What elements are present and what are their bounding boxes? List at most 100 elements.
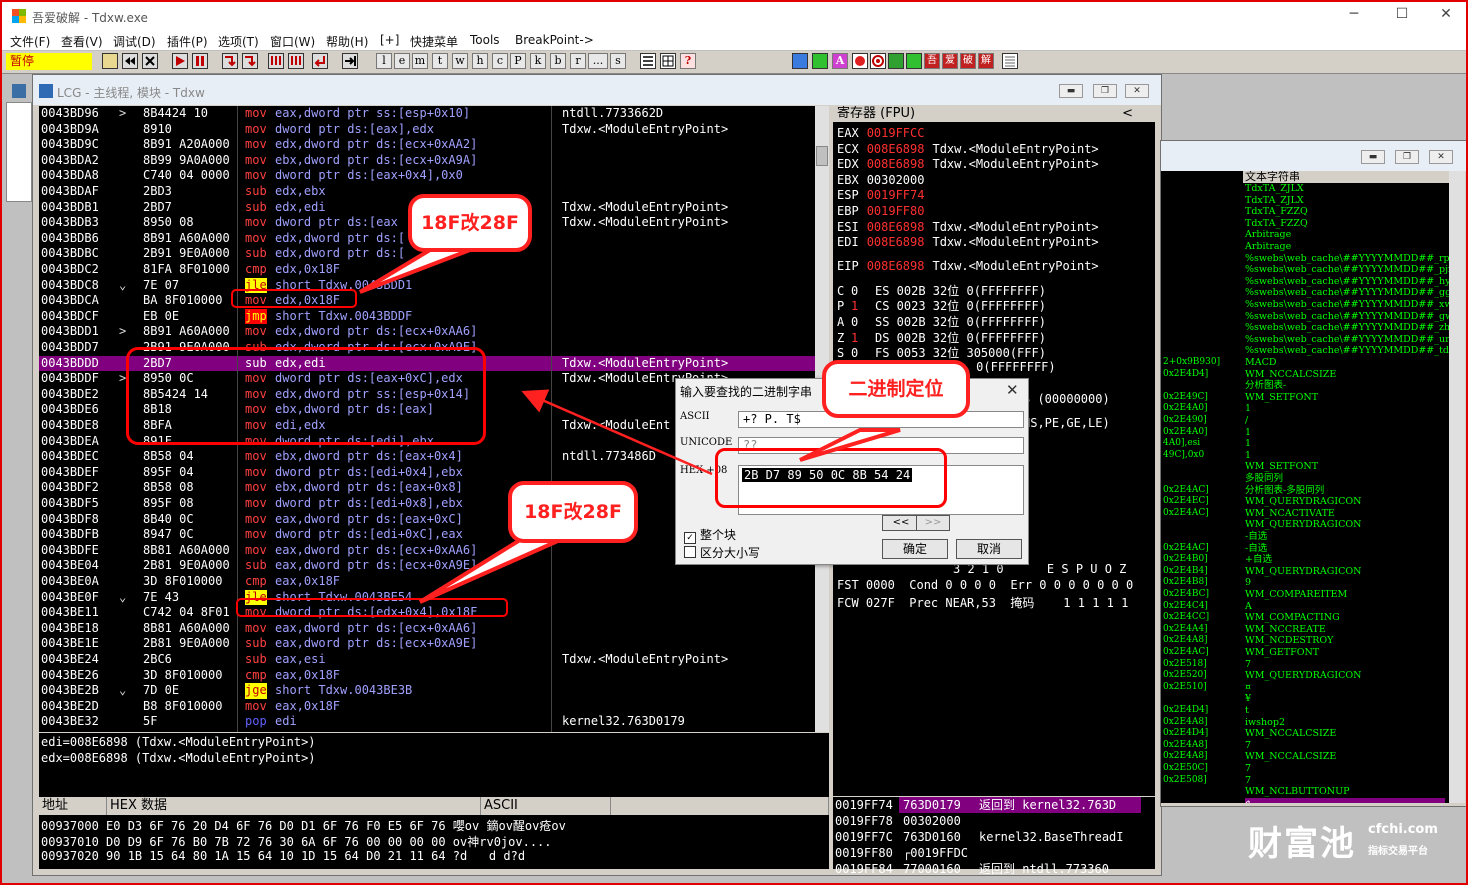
string-ref-address[interactable]: 0x2E4B4] — [1163, 566, 1208, 578]
string-item[interactable]: / — [1245, 415, 1248, 427]
string-item[interactable]: WM_COMPACTING — [1245, 612, 1340, 624]
menu-plus[interactable]: [+] — [380, 33, 399, 47]
tb-windows-button[interactable]: w — [452, 53, 468, 69]
dump-row[interactable]: 00937020 90 1B 15 64 80 1A 15 64 10 1D 1… — [41, 849, 525, 863]
tb-executables-button[interactable]: e — [394, 53, 410, 69]
menu-plugins[interactable]: 插件(P) — [167, 33, 208, 50]
register-line[interactable]: ECX 008E6898 Tdxw.<ModuleEntryPoint> — [837, 142, 1099, 156]
string-item[interactable]: TdxTA_FZZQ — [1245, 218, 1308, 230]
tb-run-trace-button[interactable]: ... — [588, 53, 608, 69]
register-line[interactable]: EAX 0019FFCC — [837, 126, 932, 140]
string-ref-address[interactable]: 0x2E50C] — [1163, 763, 1208, 775]
memory-dump-pane[interactable]: 地址 HEX 数据 ASCII 00937000 E0 D3 6F 76 20 … — [39, 797, 829, 869]
plugin-jie-button[interactable]: 解 — [978, 53, 994, 69]
string-item[interactable]: TdxTA_ZJLX — [1245, 195, 1304, 207]
string-ref-address[interactable]: 0x2E4A8] — [1163, 635, 1208, 647]
register-line[interactable]: EBP 0019FF80 — [837, 204, 932, 218]
disasm-row[interactable]: 0043BE0A 3D 8F010000 cmp eax,0x18F — [39, 574, 829, 590]
dump-row[interactable]: 00937010 D0 D9 6F 76 B0 7B 72 76 30 6A 6… — [41, 833, 552, 850]
flag-line[interactable]: A 0 SS 002B 32位 0(FFFFFFFF) — [837, 313, 1046, 330]
string-item[interactable]: 1 — [1245, 427, 1251, 439]
disasm-row[interactable]: 0043BE18 8B81 A60A000 mov eax,dword ptr ds:… — [39, 621, 829, 637]
string-ref-address[interactable]: 0x2E4AC] — [1163, 647, 1209, 659]
disasm-row[interactable]: 0043BDA8 C740 04 0000 mov dword ptr ds:[eax… — [39, 168, 829, 184]
register-line[interactable]: EBX 00302000 — [837, 173, 932, 187]
string-ref-address[interactable]: 4A0],esi — [1163, 438, 1200, 450]
disasm-row[interactable]: 0043BE2B ⌄ 7D 0E jge short Tdxw.0043BE3B — [39, 683, 829, 699]
string-item[interactable]: Arbitrage — [1245, 229, 1291, 241]
string-item[interactable]: +自选 — [1245, 554, 1272, 566]
string-item[interactable]: WM_NCDESTROY — [1245, 635, 1333, 647]
tb-callstack-button[interactable]: k — [530, 53, 546, 69]
open-icon[interactable] — [102, 53, 118, 69]
tb-threads-button[interactable]: t — [432, 53, 448, 69]
disasm-row[interactable]: 0043BDCF EB 0E jmp short Tdxw.0043BDDF — [39, 308, 829, 325]
stack-row[interactable]: 0019FF80 ┌0019FFDC — [833, 845, 1141, 861]
string-item[interactable]: WM_GETFONT — [1245, 647, 1319, 659]
string-ref-address[interactable]: 49C],0x0 — [1163, 450, 1204, 462]
string-item[interactable]: MACD — [1245, 357, 1276, 369]
string-item[interactable]: WM_QUERYDRAGICON — [1245, 566, 1361, 578]
refresh-icon[interactable] — [792, 53, 808, 69]
string-item[interactable]: 1 — [1245, 450, 1251, 462]
string-item[interactable]: %swebs\web_cache\##YYYYMMDD##_tdxh — [1245, 345, 1449, 357]
disasm-row[interactable]: 0043BE24 2BC6 sub eax,esi Tdxw.<ModuleEntryP… — [39, 652, 829, 668]
string-ref-address[interactable]: 0x2E4AC] — [1163, 543, 1209, 555]
string-ref-address[interactable]: 0x2E49C] — [1163, 392, 1208, 404]
string-item[interactable]: ¥ — [1245, 693, 1251, 705]
register-line-eip[interactable]: EIP 008E6898 Tdxw.<ModuleEntryPoint> — [837, 259, 1099, 273]
minimize-button[interactable]: ─ — [1340, 6, 1368, 26]
trace-into-icon[interactable] — [268, 53, 284, 69]
string-item[interactable]: -自选 — [1245, 543, 1267, 555]
string-ref-address[interactable]: 0x2E4A8] — [1163, 717, 1208, 729]
collapse-icon[interactable]: < — [1122, 106, 1133, 122]
string-ref-address[interactable]: 0x2E518] — [1163, 659, 1207, 671]
tb-handles-button[interactable]: h — [472, 53, 488, 69]
terminal-icon[interactable] — [906, 53, 922, 69]
prev-button[interactable]: << — [882, 515, 920, 531]
string-item[interactable]: A — [1245, 601, 1252, 613]
stack-row[interactable]: 0019FF74 763D0179 返回到 kernel32.763D — [833, 797, 1141, 813]
register-line[interactable]: ESI 008E6898 Tdxw.<ModuleEntryPoint> — [837, 220, 1099, 234]
plugin-po-button[interactable]: 破 — [960, 53, 976, 69]
disasm-row[interactable]: 0043BDC8 ⌄ 7E 07 jle short Tdxw.0043BDD1 — [39, 277, 829, 294]
string-item[interactable]: 1 — [1245, 403, 1251, 415]
string-item[interactable]: WM_SETFONT — [1245, 392, 1318, 404]
string-item[interactable]: WM_QUERYDRAGICON — [1245, 519, 1361, 531]
string-item[interactable]: Arbitrage — [1245, 241, 1291, 253]
string-ref-address[interactable]: 0x2E4A4] — [1163, 624, 1208, 636]
stack-row[interactable]: 0019FF78 00302000 — [833, 813, 1141, 829]
string-ref-address[interactable]: 0x2E4A0] — [1163, 403, 1208, 415]
tb-memory-button[interactable]: m — [412, 53, 428, 69]
string-item[interactable]: %swebs\web_cache\##YYYYMMDD##_pjxx — [1245, 264, 1449, 276]
menu-options[interactable]: 选项(T) — [218, 33, 259, 50]
strings-col-header[interactable]: 文本字符串 — [1243, 171, 1449, 183]
cpu-close-button[interactable]: ✕ — [1125, 84, 1149, 98]
string-item[interactable]: WM_NCACTIVATE — [1245, 508, 1335, 520]
cpu-minimize-button[interactable]: ▬ — [1059, 84, 1083, 98]
string-item[interactable]: WM_QUERYDRAGICON — [1245, 496, 1361, 508]
string-item[interactable]: WM_SETFONT — [1245, 461, 1318, 473]
string-ref-address[interactable]: 0x2E520] — [1163, 670, 1207, 682]
strings-close-button[interactable]: ✕ — [1429, 150, 1453, 164]
string-ref-address[interactable]: 0x2E4BC] — [1163, 589, 1209, 601]
scrollbar-thumb[interactable] — [816, 146, 828, 166]
grid-icon[interactable] — [660, 53, 676, 69]
disasm-row[interactable]: 0043BDCA BA 8F010000 mov edx,0x18F — [39, 293, 829, 309]
string-item[interactable]: WM_NCCALCSIZE — [1245, 728, 1336, 740]
trace-over-icon[interactable] — [288, 53, 304, 69]
disasm-row[interactable]: 0043BE32 5F pop edi kernel32.763D0179 — [39, 714, 829, 730]
string-item[interactable]: 分析图表-多股同列 — [1245, 485, 1324, 497]
tb-breakpoints-button[interactable]: b — [550, 53, 566, 69]
string-item[interactable]: WM_QUERYDRAGICON — [1245, 670, 1361, 682]
tb-references-button[interactable]: r — [570, 53, 586, 69]
notepad-icon[interactable] — [1002, 53, 1018, 69]
disasm-row[interactable]: 0043BE26 3D 8F010000 cmp eax,0x18F — [39, 668, 829, 684]
pause-plugin-icon[interactable] — [812, 53, 828, 69]
plugin-wu-button[interactable]: 吾 — [924, 53, 940, 69]
step-over-icon[interactable] — [242, 53, 258, 69]
string-item[interactable]: 7 — [1245, 740, 1251, 752]
string-item[interactable]: WM_NCLBUTTONUP — [1245, 786, 1349, 798]
string-ref-address[interactable]: 0x2E4A8] — [1163, 751, 1208, 763]
execute-till-return-icon[interactable] — [312, 53, 328, 69]
